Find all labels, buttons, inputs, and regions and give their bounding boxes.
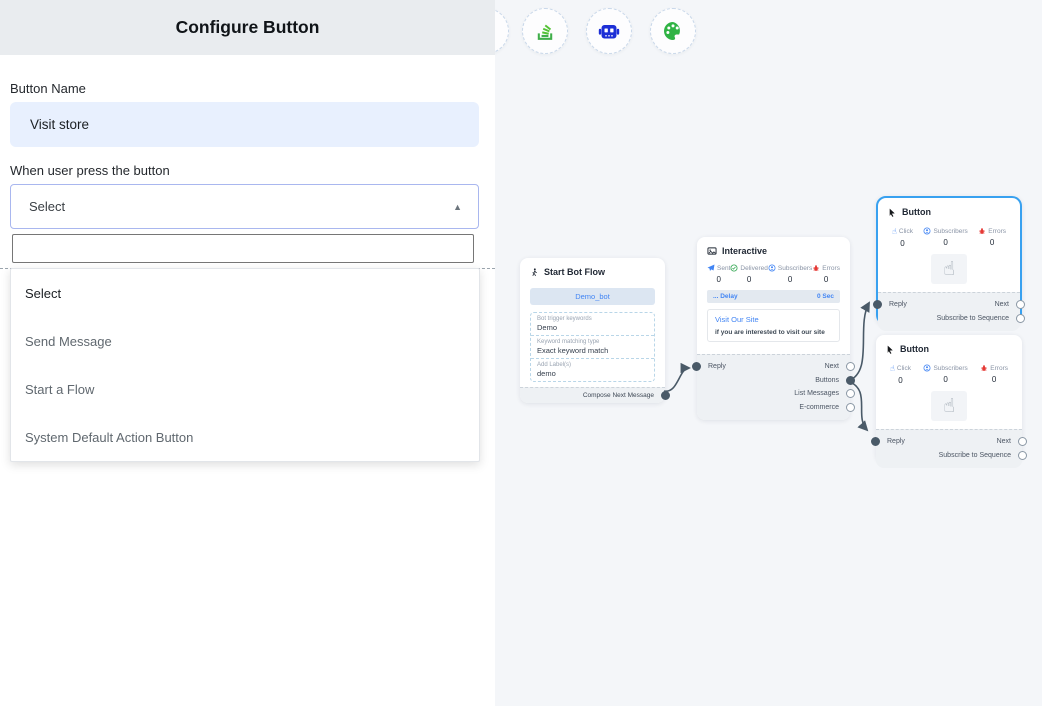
field-label: Keyword matching type: [537, 339, 648, 345]
subscribe-sequence-output-label: Subscribe to Sequence: [939, 452, 1011, 459]
subscribe-sequence-connector[interactable]: [1016, 314, 1025, 323]
node-title-text: Button: [900, 344, 929, 354]
subscribe-sequence-connector[interactable]: [1018, 451, 1027, 460]
list-messages-connector[interactable]: [846, 389, 855, 398]
next-output-label: Next: [825, 363, 839, 370]
page-title: Configure Button: [176, 17, 320, 38]
configure-button-panel: Configure Button Button Name When user p…: [0, 0, 495, 706]
reply-connector[interactable]: [692, 362, 701, 371]
check-circle-icon: [730, 264, 738, 272]
field-label: Add Label(s): [537, 362, 648, 368]
stat-errors: Errors 0: [978, 227, 1006, 248]
node-start-bot-flow[interactable]: Start Bot Flow Demo_bot Bot trigger keyw…: [520, 258, 665, 403]
bug-icon: [980, 364, 988, 372]
next-output-label: Next: [995, 301, 1009, 308]
cursor-icon: [888, 208, 897, 217]
node-title-text: Button: [902, 207, 931, 217]
bot-fields: Bot trigger keywords Demo Keyword matchi…: [530, 312, 655, 382]
palette-icon: [661, 19, 685, 43]
ecommerce-output-label: E-commerce: [799, 404, 839, 411]
field-label: Bot trigger keywords: [537, 316, 648, 322]
message-title: Visit Our Site: [715, 315, 832, 324]
node-title-text: Start Bot Flow: [544, 267, 605, 277]
stat-sent: Sent 0: [707, 264, 730, 284]
next-output-label: Next: [997, 438, 1011, 445]
stat-delivered: Delivered 0: [730, 264, 767, 284]
option-search-input[interactable]: [12, 234, 474, 263]
toolbar-item-bot[interactable]: [586, 8, 632, 54]
next-connector[interactable]: [1018, 437, 1027, 446]
toolbar-item-theme[interactable]: [650, 8, 696, 54]
walking-person-icon: [530, 268, 539, 277]
user-circle-icon: [768, 264, 776, 272]
click-hand-icon: ☝: [892, 227, 897, 236]
click-hand-icon: ☝: [890, 364, 895, 373]
reply-connector[interactable]: [873, 300, 882, 309]
next-connector[interactable]: [846, 362, 855, 371]
action-select[interactable]: Select ▲: [10, 184, 479, 229]
ecommerce-connector[interactable]: [846, 403, 855, 412]
stat-subscribers: Subscribers 0: [768, 264, 812, 284]
node-title-text: Interactive: [722, 246, 767, 256]
node-interactive[interactable]: Interactive Sent 0 Delivered: [697, 237, 850, 420]
field-row: Keyword matching type Exact keyword matc…: [531, 336, 654, 359]
field-value: Demo: [537, 323, 648, 332]
delay-label: ... Delay: [713, 293, 738, 300]
paper-plane-icon: [707, 264, 715, 272]
reply-input-label: Reply: [887, 438, 905, 445]
option-send-message[interactable]: Send Message: [11, 317, 479, 365]
option-start-a-flow[interactable]: Start a Flow: [11, 365, 479, 413]
bug-icon: [812, 264, 820, 272]
interactive-message-preview[interactable]: Visit Our Site if you are interested to …: [707, 309, 840, 342]
user-circle-icon: [923, 227, 931, 235]
bot-name-pill[interactable]: Demo_bot: [530, 288, 655, 305]
action-option-list: Select Send Message Start a Flow System …: [10, 268, 480, 462]
edge-start-to-interactive: [664, 368, 689, 391]
tap-hand-icon: ☝: [931, 254, 967, 284]
cursor-icon: [886, 345, 895, 354]
stat-click: ☝ Click 0: [890, 364, 911, 385]
list-messages-output-label: List Messages: [794, 390, 839, 397]
button-action-label: When user press the button: [10, 163, 170, 178]
node-button-1[interactable]: Button ☝ Click 0 Subscribers 0: [876, 196, 1022, 325]
compose-next-message-label: Compose Next Message: [583, 392, 654, 399]
reply-input-label: Reply: [708, 363, 726, 370]
node-button-2[interactable]: Button ☝ Click 0 Subscribers 0: [876, 335, 1022, 462]
toolbar-item-flows[interactable]: [522, 8, 568, 54]
interactive-card-icon: [707, 246, 717, 256]
tap-hand-icon: ☝: [931, 391, 967, 421]
reply-input-label: Reply: [889, 301, 907, 308]
robot-icon: [597, 19, 621, 43]
output-connector[interactable]: [661, 391, 670, 400]
reply-connector[interactable]: [871, 437, 880, 446]
delay-bar[interactable]: ... Delay 0 Sec: [707, 290, 840, 303]
chevron-up-icon: ▲: [453, 202, 462, 212]
button-name-label: Button Name: [10, 81, 86, 96]
stat-subscribers: Subscribers 0: [923, 364, 967, 385]
stat-subscribers: Subscribers 0: [923, 227, 967, 248]
subscribe-sequence-output-label: Subscribe to Sequence: [937, 315, 1009, 322]
action-select-value: Select: [29, 199, 65, 214]
buttons-connector[interactable]: [846, 376, 855, 385]
stack-icon: [534, 20, 556, 42]
panel-header: Configure Button: [0, 0, 495, 55]
stat-errors: Errors 0: [812, 264, 840, 284]
buttons-output-label: Buttons: [815, 377, 839, 384]
message-body: if you are interested to visit our site: [715, 329, 832, 336]
option-select[interactable]: Select: [11, 269, 479, 317]
user-circle-icon: [923, 364, 931, 372]
next-connector[interactable]: [1016, 300, 1025, 309]
field-value: demo: [537, 369, 648, 378]
delay-value: 0 Sec: [817, 293, 834, 300]
bug-icon: [978, 227, 986, 235]
field-row: Bot trigger keywords Demo: [531, 313, 654, 336]
field-row: Add Label(s) demo: [531, 359, 654, 381]
button-name-input[interactable]: [10, 102, 479, 147]
option-system-default-action-button[interactable]: System Default Action Button: [11, 413, 479, 461]
stat-click: ☝ Click 0: [892, 227, 913, 248]
stat-errors: Errors 0: [980, 364, 1008, 385]
field-value: Exact keyword match: [537, 346, 648, 355]
